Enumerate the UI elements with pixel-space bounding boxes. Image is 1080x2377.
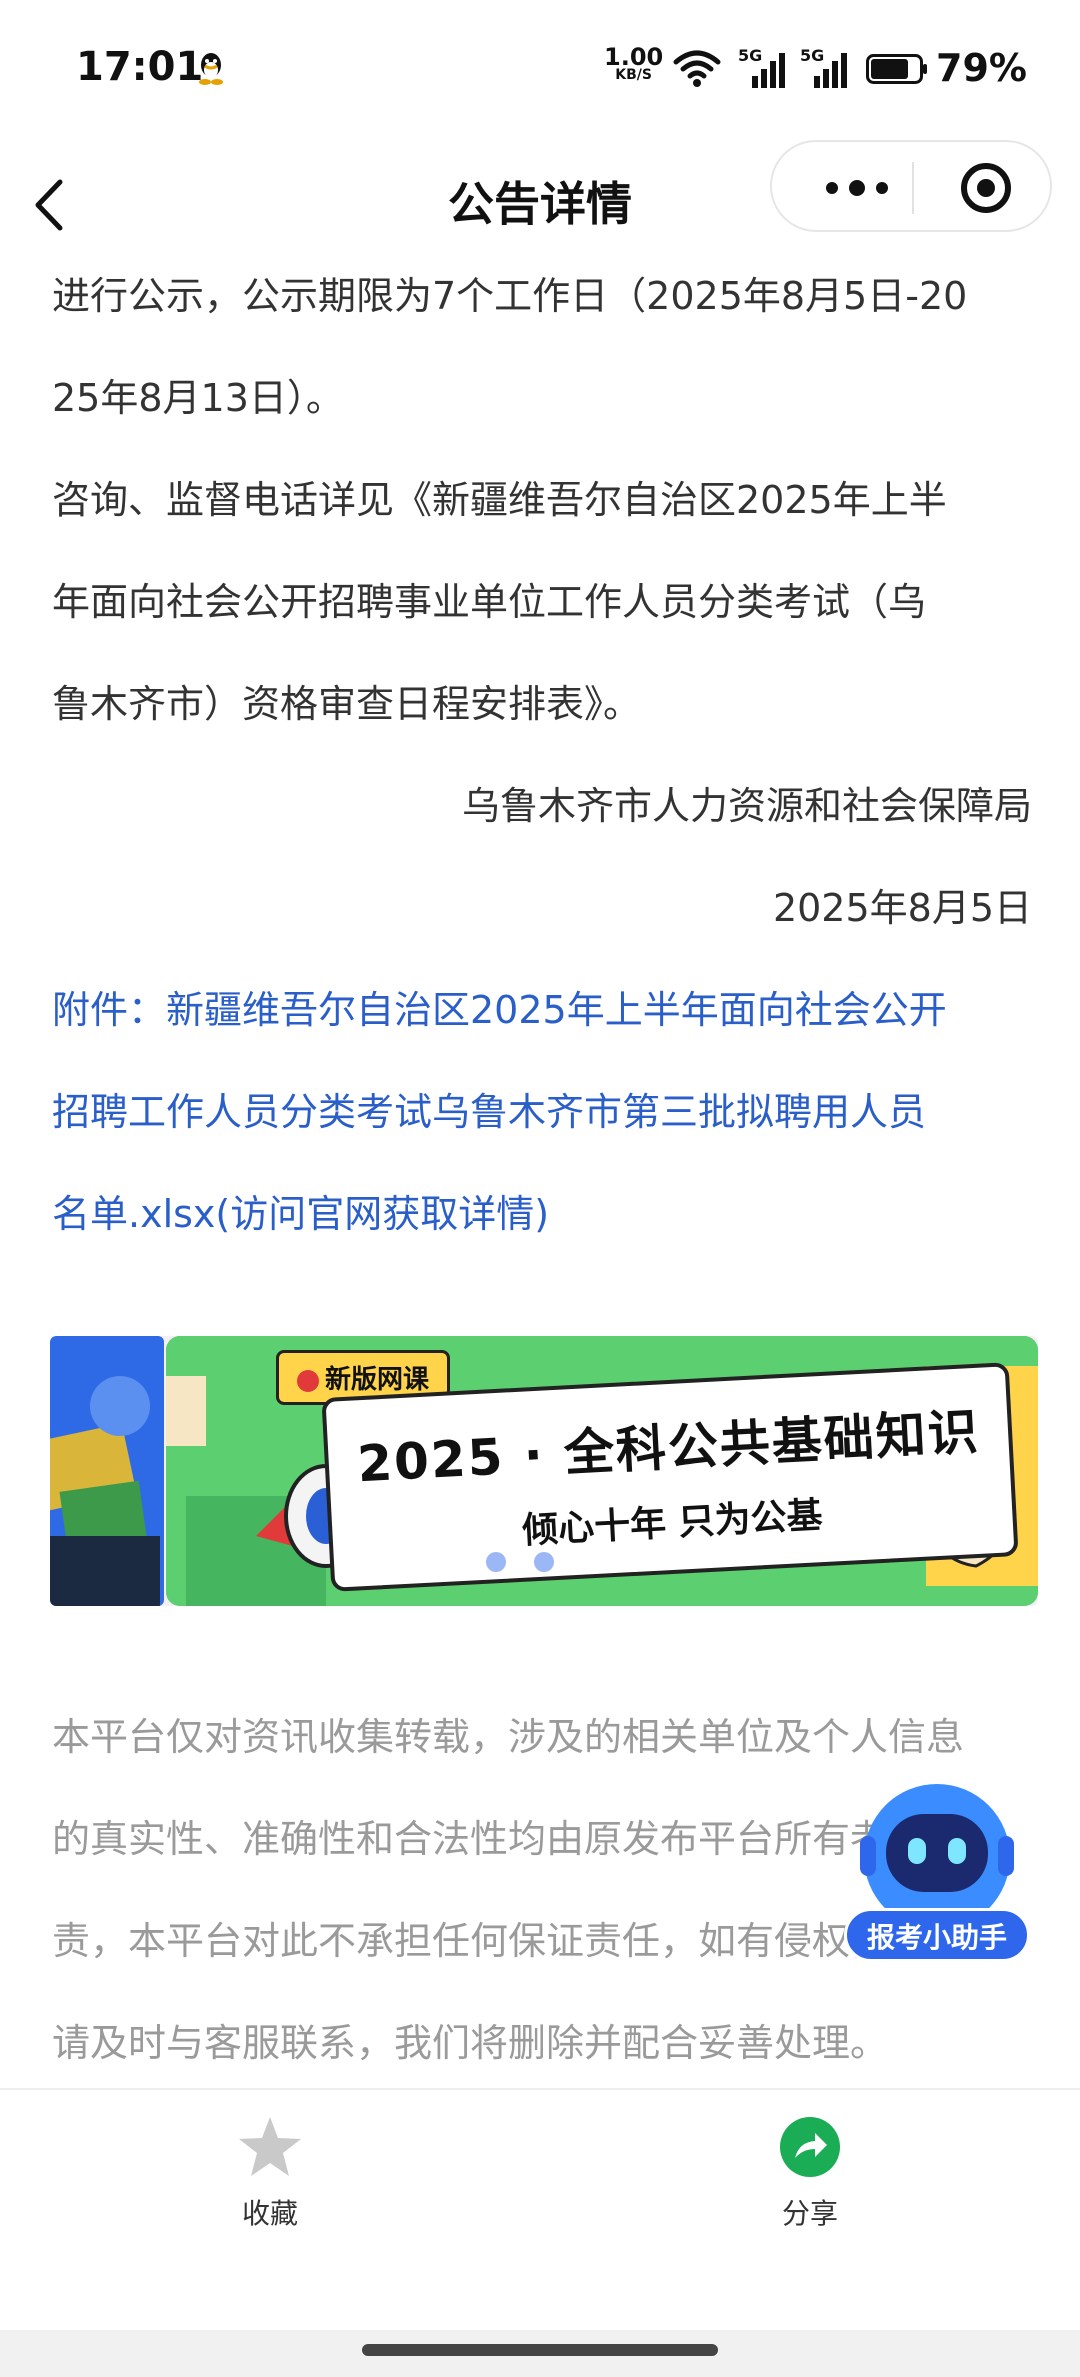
banner-board: 2025 · 全科公共基础知识 倾心十年 只为公基 [321, 1362, 1019, 1592]
article-text-line: 年面向社会公开招聘事业单位工作人员分类考试（乌 [52, 580, 927, 624]
wifi-icon [673, 50, 721, 87]
home-indicator[interactable] [362, 2344, 718, 2356]
signal-5g-icon: 5G [738, 46, 788, 88]
issue-date: 2025年8月5日 [772, 886, 1032, 930]
article-text-line: 鲁木齐市）资格审查日程安排表》。 [52, 682, 642, 726]
share-icon [780, 2117, 840, 2177]
more-options-icon[interactable] [812, 168, 902, 208]
article-text-line: 25年8月13日）。 [52, 376, 344, 420]
carousel-indicator [436, 1552, 602, 1582]
carousel-dot[interactable] [582, 1552, 602, 1572]
disclaimer-line: 请及时与客服联系，我们将删除并配合妥善处理。 [52, 2021, 889, 2065]
nav-bar: 公告详情 [0, 140, 1080, 270]
carousel-dot[interactable] [486, 1552, 506, 1572]
mini-program-capsule [770, 140, 1052, 232]
article-text-line: 进行公示，公示期限为7个工作日（2025年8月5日-20 [52, 274, 968, 318]
assistant-floating-button[interactable]: 报考小助手 [844, 1784, 1030, 1974]
signal-5g-icon: 5G [800, 46, 850, 88]
network-speed: 1.00 KB/S [604, 43, 664, 83]
status-time: 17:01 [76, 44, 204, 90]
status-bar: 17:01 1.00 KB/S 5G 5G 79% [0, 0, 1080, 140]
attachment-link[interactable]: 名单.xlsx(访问官网获取详情) [52, 1183, 549, 1238]
assistant-label: 报考小助手 [844, 1908, 1030, 1962]
share-label: 分享 [781, 2197, 838, 2230]
attachment-link[interactable]: 附件：新疆维吾尔自治区2025年上半年面向社会公开 [52, 979, 947, 1034]
capsule-divider [912, 162, 914, 214]
issuer-name: 乌鲁木齐市人力资源和社会保障局 [461, 784, 1032, 828]
battery-percent: 79% [936, 46, 1027, 90]
disclaimer-line: 责，本平台对此不承担任何保证责任，如有侵权， [52, 1919, 889, 1963]
share-button[interactable]: 分享 [710, 2114, 910, 2232]
qq-penguin-icon [199, 53, 223, 85]
disclaimer-line: 本平台仅对资讯收集转载，涉及的相关单位及个人信息 [52, 1715, 965, 1759]
bottom-action-bar: 收藏 分享 [0, 2088, 1080, 2330]
favorite-button[interactable]: 收藏 [170, 2114, 370, 2232]
article-text-line: 咨询、监督电话详见《新疆维吾尔自治区2025年上半 [52, 478, 947, 522]
banner-slide[interactable]: 新版网课 2025 · 全科公共基础知识 倾心十年 只为公基 [166, 1336, 1038, 1606]
attachment-link[interactable]: 招聘工作人员分类考试乌鲁木齐市第三批拟聘用人员 [52, 1081, 926, 1136]
banner-previous-slide[interactable] [50, 1336, 164, 1606]
star-icon [239, 2117, 301, 2176]
favorite-label: 收藏 [241, 2197, 298, 2230]
carousel-dot[interactable] [534, 1552, 554, 1572]
disclaimer-line: 的真实性、准确性和合法性均由原发布平台所有者负 [52, 1817, 927, 1861]
battery-icon [866, 54, 927, 84]
close-mini-program-icon[interactable] [958, 160, 1014, 216]
